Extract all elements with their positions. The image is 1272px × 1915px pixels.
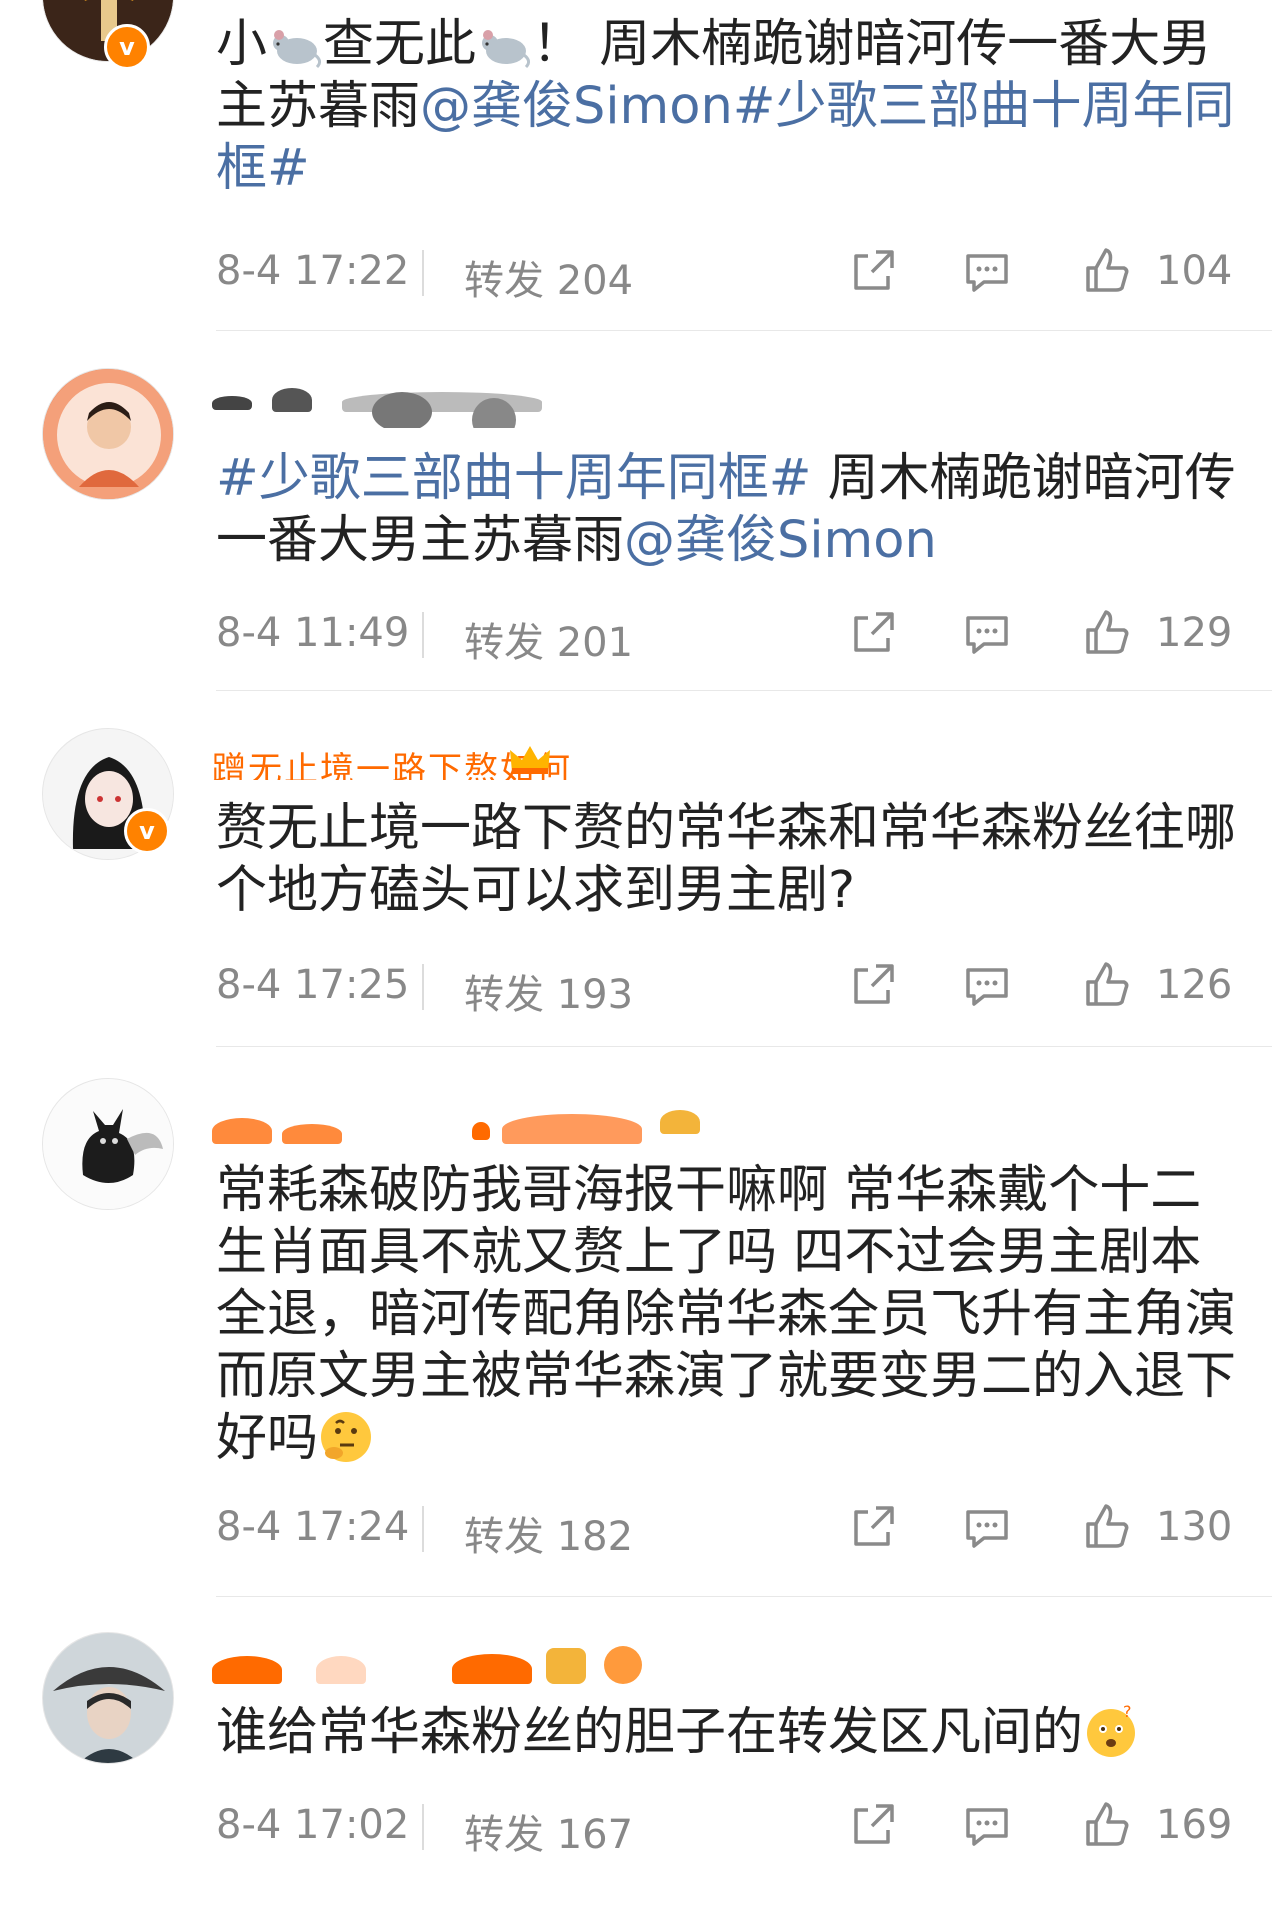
username[interactable]: 蹭无止境一路下熬如何 xyxy=(212,730,732,780)
share-icon[interactable] xyxy=(846,606,900,660)
comment-text-part: 赘无止境一路下赘的常华森和常华森粉丝往哪个地方磕头可以求到男主剧? xyxy=(216,799,1237,920)
thinking-face-emoji xyxy=(321,1412,372,1462)
username-obscured xyxy=(472,1122,490,1140)
comment-icon[interactable] xyxy=(960,244,1014,298)
mention-link[interactable]: @龚俊Simon xyxy=(420,77,733,136)
username-obscured xyxy=(502,1114,642,1144)
meta-separator xyxy=(422,1506,424,1552)
thumbs-up-icon[interactable] xyxy=(1080,1500,1134,1554)
rat-emoji xyxy=(273,30,322,69)
thumbs-up-icon[interactable] xyxy=(1080,606,1134,660)
like-count: 130 xyxy=(1156,1504,1233,1550)
comment-meta: 8-4 17:22 转发 204 104 xyxy=(216,244,1236,304)
comment-text-part: 谁给常华森粉丝的胆子在转发区凡间的 xyxy=(216,1703,1084,1762)
comment-text-part: 查无此 xyxy=(323,15,477,74)
share-icon[interactable] xyxy=(846,1500,900,1554)
comment-time: 8-4 11:49 xyxy=(216,610,410,656)
comment-text-part: 小 xyxy=(216,15,268,74)
like-count: 129 xyxy=(1156,610,1233,656)
divider xyxy=(216,690,1272,691)
divider xyxy=(216,1046,1272,1047)
username-obscured xyxy=(546,1648,586,1684)
thumbs-up-icon[interactable] xyxy=(1080,958,1134,1012)
username[interactable] xyxy=(212,1638,732,1688)
meta-separator xyxy=(422,612,424,658)
thumbs-up-icon[interactable] xyxy=(1080,244,1134,298)
comment-time: 8-4 17:25 xyxy=(216,962,410,1008)
comment-time: 8-4 17:02 xyxy=(216,1802,410,1848)
mention-link[interactable]: @龚俊Simon xyxy=(624,511,937,570)
forward-count[interactable]: 转发 201 xyxy=(464,610,633,668)
comment-meta: 8-4 17:24 转发 182 130 xyxy=(216,1500,1236,1560)
username-obscured xyxy=(212,1656,282,1684)
comment-meta: 8-4 17:02 转发 167 169 xyxy=(216,1798,1236,1858)
forward-count[interactable]: 转发 182 xyxy=(464,1504,633,1562)
share-icon[interactable] xyxy=(846,958,900,1012)
comment-icon[interactable] xyxy=(960,1798,1014,1852)
meta-separator xyxy=(422,964,424,1010)
verified-v-icon: v xyxy=(124,808,170,854)
verified-v-icon: v xyxy=(104,24,150,70)
share-icon[interactable] xyxy=(846,1798,900,1852)
comment-text: 赘无止境一路下赘的常华森和常华森粉丝往哪个地方磕头可以求到男主剧? xyxy=(216,798,1236,922)
divider xyxy=(216,1596,1272,1597)
forward-count[interactable]: 转发 167 xyxy=(464,1802,633,1860)
username-obscured xyxy=(452,1654,532,1684)
like-count: 169 xyxy=(1156,1802,1233,1848)
puzzled-face-emoji: ? xyxy=(1087,1703,1136,1757)
username-obscured xyxy=(660,1110,700,1134)
thumbs-up-icon[interactable] xyxy=(1080,1798,1134,1852)
rat-emoji xyxy=(482,30,531,69)
meta-separator xyxy=(422,1804,424,1850)
comment-feed: v 小查无此！ 周木楠跪谢暗河传一番大男主苏暮雨@龚俊Simon#少歌三部曲十周… xyxy=(0,0,1272,1915)
like-count: 126 xyxy=(1156,962,1233,1008)
forward-count[interactable]: 转发 204 xyxy=(464,248,633,306)
comment-time: 8-4 17:24 xyxy=(216,1504,410,1550)
comment-meta: 8-4 11:49 转发 201 129 xyxy=(216,606,1236,666)
comment-text: #少歌三部曲十周年同框# 周木楠跪谢暗河传一番大男主苏暮雨@龚俊Simon xyxy=(216,448,1236,572)
comment-text: 谁给常华森粉丝的胆子在转发区凡间的? xyxy=(216,1702,1236,1764)
comment-icon[interactable] xyxy=(960,606,1014,660)
comment-text: 常耗森破防我哥海报干嘛啊 常华森戴个十二生肖面具不就又赘上了吗 四不过会男主剧本… xyxy=(216,1160,1236,1470)
username-obscured xyxy=(212,396,252,410)
username[interactable] xyxy=(212,378,732,428)
username-obscured xyxy=(282,1124,342,1144)
username-obscured xyxy=(316,1656,366,1684)
avatar[interactable] xyxy=(42,1078,174,1210)
username-obscured xyxy=(212,1118,272,1144)
comment-time: 8-4 17:22 xyxy=(216,248,410,294)
comment-icon[interactable] xyxy=(960,958,1014,1012)
username[interactable] xyxy=(212,1094,732,1144)
username-obscured xyxy=(372,392,432,428)
svg-text:?: ? xyxy=(1123,1703,1132,1721)
username-obscured xyxy=(272,388,312,412)
username-obscured xyxy=(604,1646,642,1684)
share-icon[interactable] xyxy=(846,244,900,298)
meta-separator xyxy=(422,250,424,296)
divider xyxy=(216,330,1272,331)
like-count: 104 xyxy=(1156,248,1233,294)
crown-icon xyxy=(510,746,550,774)
comment-meta: 8-4 17:25 转发 193 126 xyxy=(216,958,1236,1018)
avatar[interactable] xyxy=(42,368,174,500)
topic-link[interactable]: #少歌三部曲十周年同框# xyxy=(216,449,811,508)
comment-icon[interactable] xyxy=(960,1500,1014,1554)
avatar[interactable] xyxy=(42,1632,174,1764)
comment-text: 小查无此！ 周木楠跪谢暗河传一番大男主苏暮雨@龚俊Simon#少歌三部曲十周年同… xyxy=(216,14,1236,200)
forward-count[interactable]: 转发 193 xyxy=(464,962,633,1020)
